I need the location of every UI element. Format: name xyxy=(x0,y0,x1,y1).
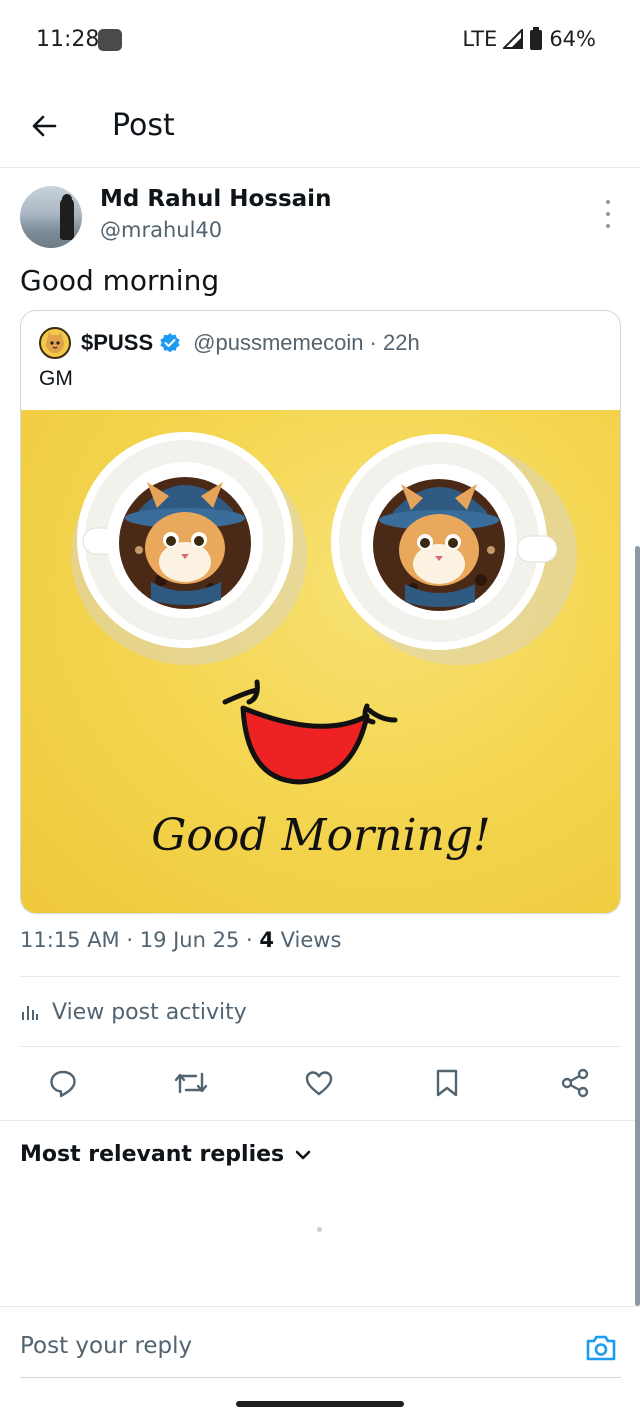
top-app-bar: Post xyxy=(0,88,640,168)
quoted-post-header: $PUSS @pussmemecoin · 22h xyxy=(39,327,420,359)
avatar[interactable] xyxy=(20,186,82,248)
page-title: Post xyxy=(112,108,175,143)
quoted-name: $PUSS xyxy=(81,330,154,355)
cat-icon xyxy=(46,332,64,353)
signal-icon xyxy=(503,29,524,49)
view-post-activity[interactable]: View post activity xyxy=(20,996,247,1028)
status-indicators: LTE 64% xyxy=(462,27,596,51)
reply-button[interactable] xyxy=(46,1066,80,1100)
reply-input-underline xyxy=(20,1377,621,1378)
share-icon xyxy=(561,1068,589,1098)
post-metadata: 11:15 AM · 19 Jun 25 · 4 Views xyxy=(20,928,341,952)
reply-composer: Post your reply xyxy=(0,1306,640,1422)
reply-icon xyxy=(50,1070,76,1098)
network-label: LTE xyxy=(462,27,498,51)
more-options-icon[interactable] xyxy=(600,200,616,228)
status-time: 11:28 xyxy=(36,27,100,52)
image-caption: Good Morning! xyxy=(151,810,490,861)
heart-icon xyxy=(305,1071,333,1096)
verified-badge-icon xyxy=(160,333,180,353)
activity-label: View post activity xyxy=(52,999,247,1025)
quoted-post[interactable]: $PUSS @pussmemecoin · 22h GM Good Mornin… xyxy=(20,310,621,914)
divider xyxy=(20,976,621,977)
reply-input[interactable]: Post your reply xyxy=(20,1333,192,1359)
bookmark-icon xyxy=(436,1069,458,1097)
post-action-bar xyxy=(0,1046,640,1120)
scrollbar[interactable] xyxy=(635,546,640,1306)
repost-button[interactable] xyxy=(174,1066,208,1100)
quoted-media-image[interactable]: Good Morning! xyxy=(21,410,620,913)
views-label: Views xyxy=(273,928,342,952)
views-count: 4 xyxy=(259,928,274,952)
quoted-text: GM xyxy=(39,367,73,390)
status-bar: 11:28 LTE 64% xyxy=(0,0,640,80)
battery-level: 64% xyxy=(549,27,596,51)
quoted-handle: @pussmemecoin · 22h xyxy=(193,330,420,355)
good-morning-illustration: Good Morning! xyxy=(71,432,577,861)
post-author: Md Rahul Hossain @mrahul40 xyxy=(20,186,620,250)
replies-sort-dropdown[interactable]: Most relevant replies xyxy=(20,1142,312,1167)
replies-sort-label: Most relevant replies xyxy=(20,1142,285,1167)
back-button[interactable] xyxy=(24,106,64,146)
post-text: Good morning xyxy=(20,264,220,297)
camera-icon xyxy=(586,1335,616,1361)
bookmark-button[interactable] xyxy=(430,1066,464,1100)
quoted-avatar xyxy=(39,327,71,359)
battery-icon xyxy=(530,27,543,50)
author-name[interactable]: Md Rahul Hossain xyxy=(100,186,331,212)
like-button[interactable] xyxy=(302,1066,336,1100)
share-button[interactable] xyxy=(558,1066,592,1100)
avatar-figure-body xyxy=(60,198,74,240)
analytics-icon xyxy=(22,1006,38,1020)
loading-indicator xyxy=(317,1227,322,1232)
notification-icon xyxy=(98,29,122,51)
post-timestamp: 11:15 AM · 19 Jun 25 · xyxy=(20,928,260,952)
arrow-left-icon xyxy=(32,115,57,137)
camera-button[interactable] xyxy=(584,1331,618,1365)
chevron-down-icon xyxy=(295,1150,311,1159)
divider xyxy=(0,1120,640,1121)
home-indicator[interactable] xyxy=(236,1401,404,1407)
author-handle[interactable]: @mrahul40 xyxy=(100,218,222,242)
repost-icon xyxy=(174,1072,208,1094)
